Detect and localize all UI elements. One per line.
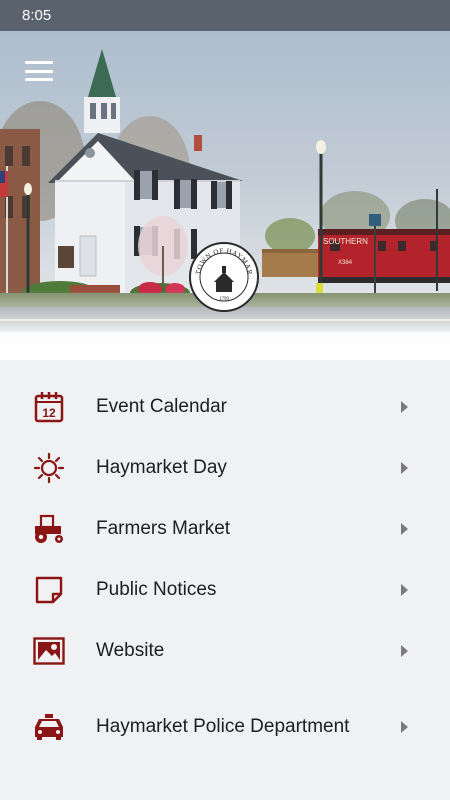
caboose-number: X384 (338, 260, 353, 266)
seal-year: 1799 (219, 297, 230, 302)
menu-item-haymarket-day[interactable]: Haymarket Day (0, 437, 450, 498)
chevron-right-icon (401, 400, 408, 413)
town-seal-logo: TOWN OF HAYMARKET VIRGINIA 1799 (189, 242, 259, 312)
tractor-icon (32, 512, 66, 546)
chevron-right-icon (401, 461, 408, 474)
menu-item-label: Website (96, 639, 165, 661)
menu-item-police-department[interactable]: Haymarket Police Department (0, 681, 450, 773)
chevron-right-icon (401, 644, 408, 657)
calendar-day-number: 12 (42, 406, 56, 420)
menu-item-label: Event Calendar (96, 395, 227, 417)
menu-item-label: Farmers Market (96, 517, 231, 539)
menu-item-public-notices[interactable]: Public Notices (0, 559, 450, 620)
menu-bar-top (25, 61, 53, 64)
menu-item-farmers-market[interactable]: Farmers Market (0, 498, 450, 559)
note-icon (32, 573, 66, 607)
status-time: 8:05 (22, 7, 52, 24)
main-menu-list: 12 Event Calendar Haymarket Day Farmers … (0, 360, 450, 800)
calendar-icon: 12 (32, 390, 66, 424)
menu-item-website[interactable]: Website (0, 620, 450, 681)
image-icon (32, 634, 66, 668)
chevron-right-icon (401, 522, 408, 535)
chevron-right-icon (401, 721, 408, 733)
menu-item-label: Haymarket Police Department (96, 716, 350, 737)
police-car-icon (32, 710, 66, 744)
status-bar: 8:05 (0, 0, 450, 31)
hamburger-menu-icon[interactable] (25, 59, 55, 83)
menu-item-label: Haymarket Day (96, 456, 227, 478)
chevron-right-icon (401, 583, 408, 596)
menu-bar-middle (25, 69, 53, 73)
menu-item-event-calendar[interactable]: 12 Event Calendar (0, 376, 450, 437)
sun-icon (32, 451, 66, 485)
menu-bar-bottom (25, 78, 53, 81)
menu-item-label: Public Notices (96, 578, 217, 600)
caboose-lettering: SOUTHERN (323, 237, 368, 246)
